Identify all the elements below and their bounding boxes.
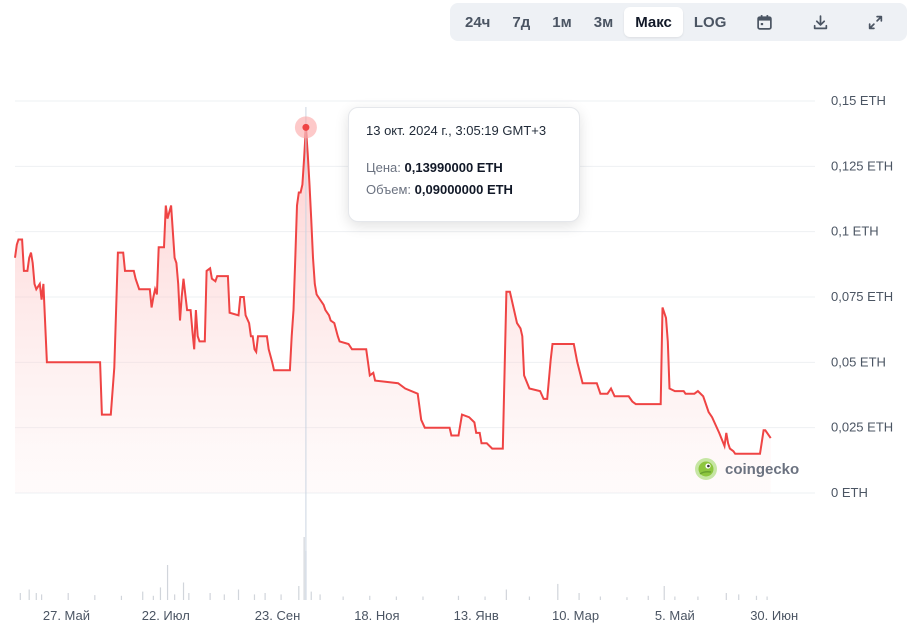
volume-bar — [19, 593, 21, 600]
volume-bar — [422, 596, 424, 600]
x-tick-label: 18. Ноя — [354, 608, 399, 623]
volume-bar — [599, 596, 601, 600]
x-tick-label: 13. Янв — [454, 608, 499, 623]
y-tick-label: 0,125 ETH — [831, 158, 893, 173]
volume-bar — [342, 596, 344, 600]
tooltip-volume-value: 0,09000000 ETH — [414, 182, 513, 197]
tooltip-date: 13 окт. 2024 г., 3:05:19 GMT+3 — [366, 123, 547, 138]
coingecko-watermark: coingecko — [694, 457, 799, 481]
volume-bar — [223, 594, 225, 600]
volume-bar — [484, 596, 486, 600]
volume-bar — [159, 587, 162, 600]
volume-bar — [766, 596, 768, 600]
volume-bar — [557, 583, 559, 600]
price-chart[interactable]: 0 ETH 0,025 ETH 0,05 ETH 0,075 ETH 0,1 ETH 0,… — [0, 0, 913, 643]
x-tick-label: 5. Май — [655, 608, 695, 623]
volume-bar — [738, 594, 740, 600]
tooltip-volume-label: Объем: — [366, 182, 412, 197]
volume-bar — [142, 591, 144, 600]
volume-bar — [725, 593, 727, 600]
volume-bar — [35, 593, 37, 600]
y-tick-label: 0,025 ETH — [831, 420, 893, 435]
x-tick-label: 10. Мар — [552, 608, 599, 623]
volume-bar — [120, 595, 123, 600]
x-tick-label: 23. Сен — [255, 608, 300, 623]
volume-bar — [457, 595, 460, 600]
volume-bar — [237, 589, 240, 600]
y-tick-label: 0,05 ETH — [831, 354, 886, 369]
tooltip-price-value: 0,13990000 ETH — [404, 160, 503, 175]
x-tick-label: 30. Июн — [750, 608, 798, 623]
chart-tooltip: 13 окт. 2024 г., 3:05:19 GMT+3 Цена: 0,1… — [348, 107, 580, 222]
watermark-text: coingecko — [725, 460, 800, 478]
y-tick-label: 0,075 ETH — [831, 289, 893, 304]
y-tick-label: 0 ETH — [831, 485, 868, 500]
volume-bar — [674, 596, 676, 600]
tooltip-price-row: Цена: 0,13990000 ETH — [366, 160, 579, 175]
volume-bar — [174, 594, 176, 600]
volume-bar — [395, 596, 397, 600]
volume-bar — [528, 596, 531, 600]
y-tick-label: 0,15 ETH — [831, 93, 886, 108]
volume-bar — [298, 586, 300, 600]
x-tick-label: 22. Июл — [142, 608, 190, 623]
gecko-logo-icon — [695, 458, 717, 480]
volume-bar — [505, 589, 507, 600]
volume-bar — [166, 565, 169, 600]
volume-bar — [310, 591, 312, 600]
volume-bar — [626, 597, 628, 600]
volume-bar — [28, 589, 30, 600]
volume-bar — [188, 593, 190, 600]
volume-bar — [578, 593, 580, 600]
volume-bar — [152, 595, 154, 600]
volume-bar — [264, 593, 266, 600]
x-tick-label: 27. Май — [43, 608, 90, 623]
volume-bar — [319, 594, 321, 600]
volume-bar — [369, 595, 371, 600]
volume-bar — [67, 593, 69, 600]
volume-bar — [182, 582, 185, 600]
highlight-point — [302, 123, 310, 131]
volume-bar — [755, 595, 758, 600]
tooltip-volume-row: Объем: 0,09000000 ETH — [366, 182, 579, 197]
volume-bar — [280, 594, 282, 600]
tooltip-price-label: Цена: — [366, 160, 401, 175]
volume-bar — [663, 586, 665, 600]
volume-bar — [647, 595, 649, 600]
volume-bar — [697, 596, 699, 600]
y-tick-label: 0,1 ETH — [831, 224, 879, 239]
volume-bar — [41, 594, 43, 600]
volume-bar — [253, 594, 256, 600]
volume-bar — [209, 593, 211, 600]
volume-bar — [303, 537, 305, 600]
volume-bar — [94, 595, 96, 600]
